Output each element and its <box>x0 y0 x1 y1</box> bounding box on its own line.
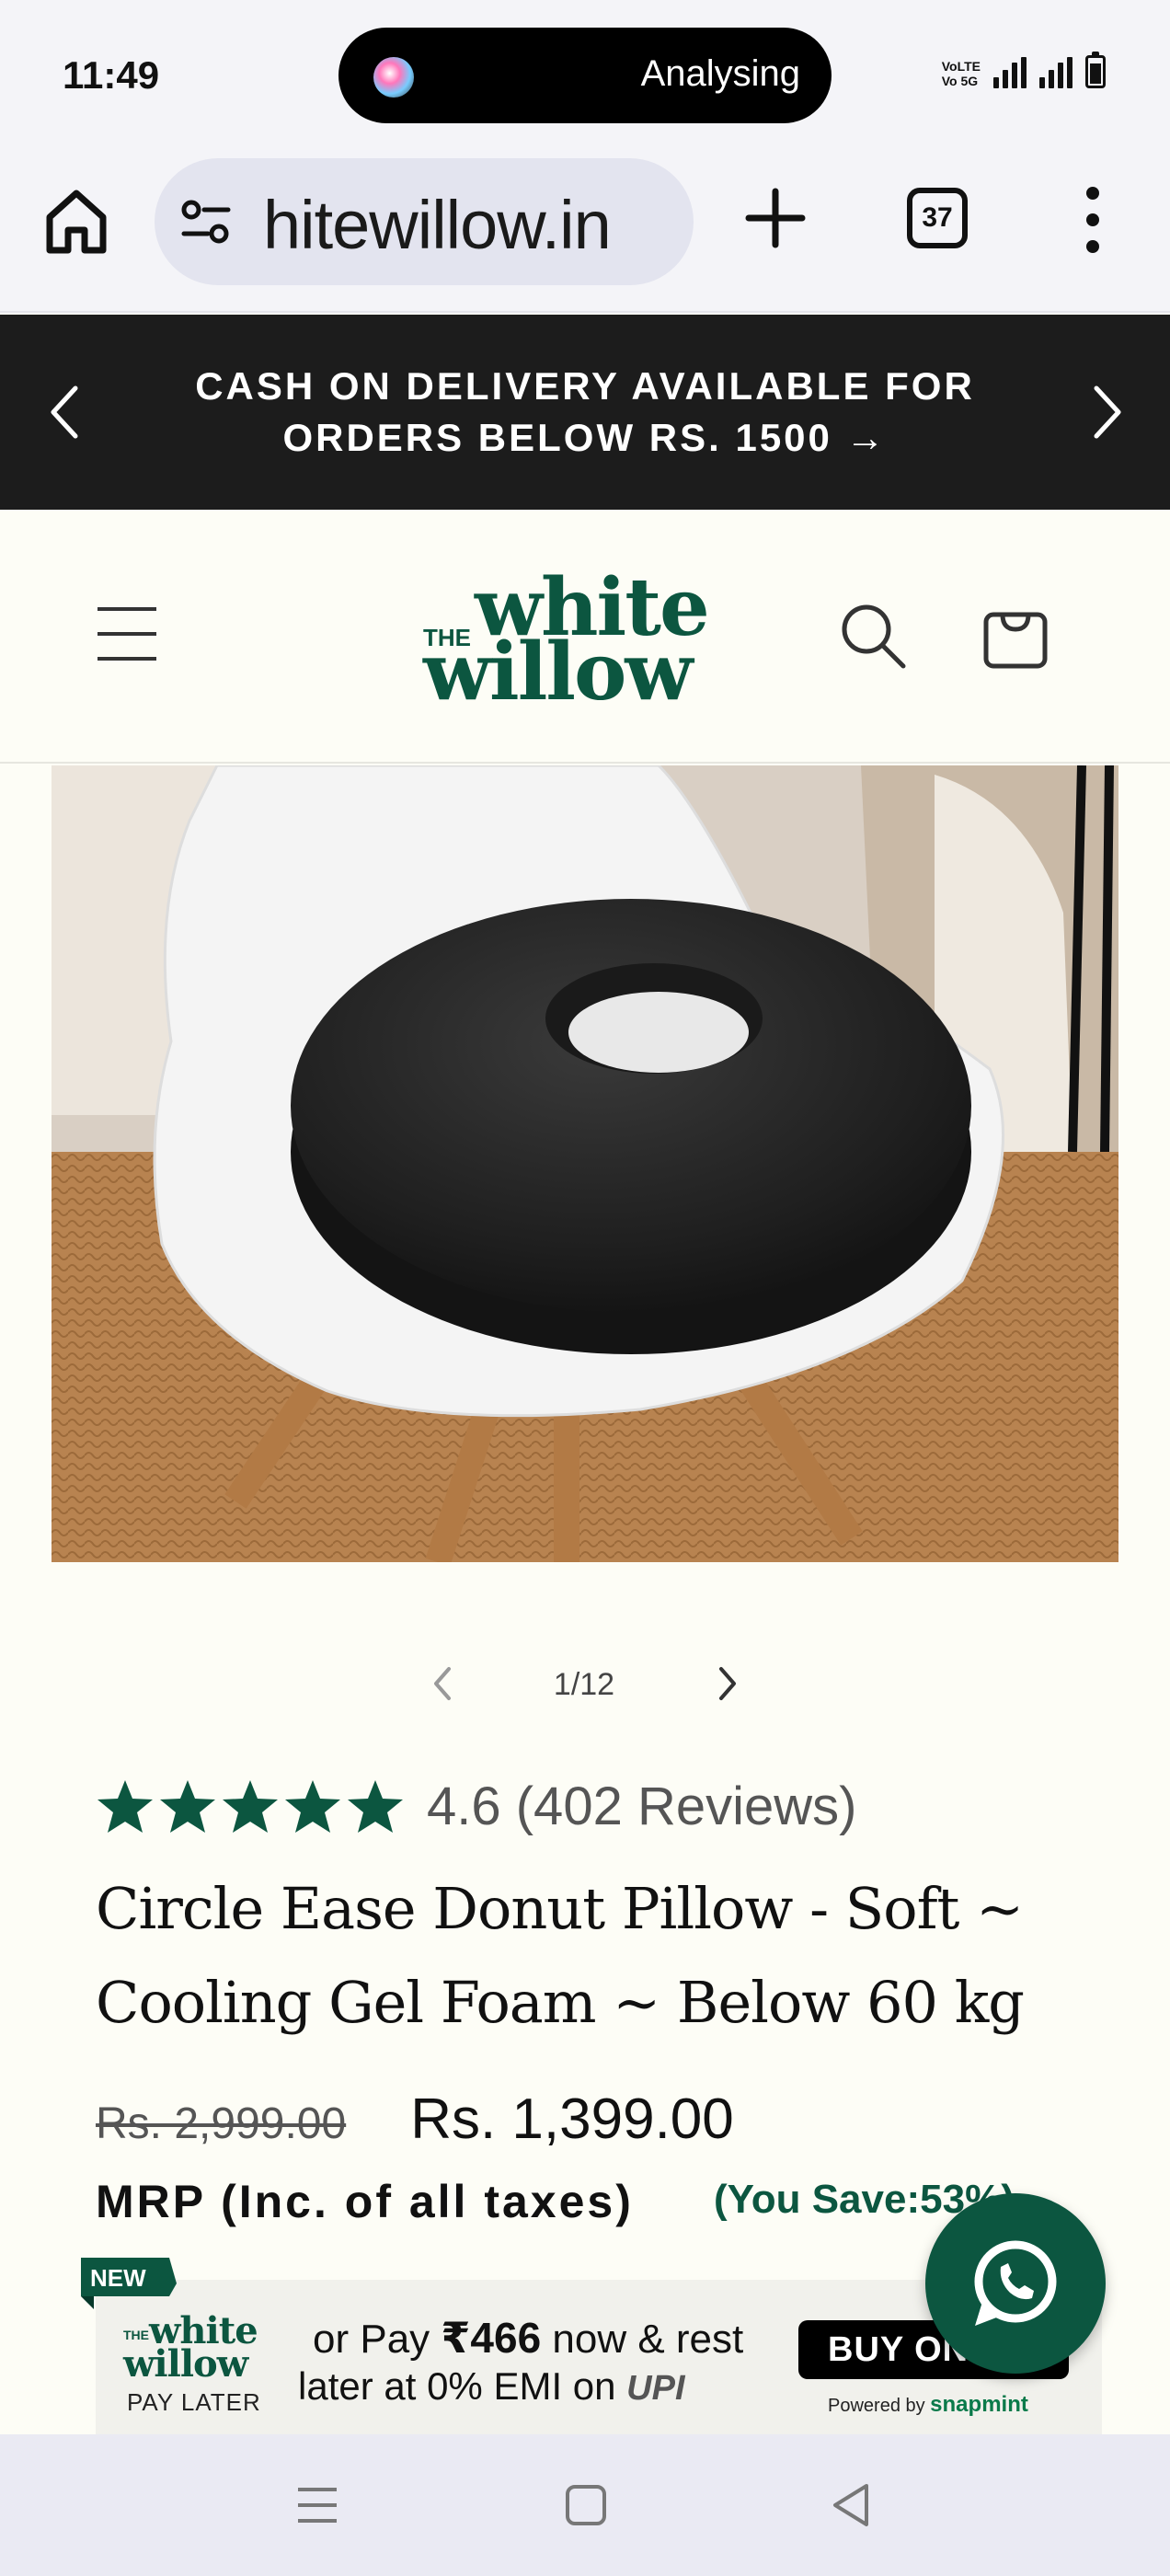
hamburger-menu-icon[interactable] <box>96 605 158 662</box>
announcement-text[interactable]: CASH ON DELIVERY AVAILABLE FOR ORDERS BE… <box>138 361 1032 464</box>
whatsapp-icon <box>974 2240 1057 2326</box>
signal-icon <box>993 57 1027 88</box>
search-icon[interactable] <box>839 602 907 670</box>
system-navigation-bar <box>0 2434 1170 2576</box>
donut-pillow-photo <box>52 765 1118 1562</box>
announcement-bar: CASH ON DELIVERY AVAILABLE FOR ORDERS BE… <box>0 315 1170 510</box>
sale-price: Rs. 1,399.00 <box>410 2087 734 2151</box>
slide-counter: 1/12 <box>553 1667 615 1702</box>
new-tab-icon[interactable] <box>743 186 808 250</box>
upi-logo: UPI <box>626 2369 685 2408</box>
system-icons: VoLTE Vo 5G <box>941 52 1106 88</box>
star-icon <box>160 1779 215 1833</box>
svg-text:NEW: NEW <box>90 2264 146 2292</box>
signal-icon-2 <box>1039 57 1072 88</box>
price-block: Rs. 2,999.00 Rs. 1,399.00 <box>96 2087 734 2152</box>
island-status-text: Analysing <box>640 53 800 94</box>
tab-switcher-button[interactable]: 37 <box>907 188 968 248</box>
whatsapp-chat-button[interactable] <box>925 2193 1106 2374</box>
dynamic-island[interactable]: Analysing <box>338 28 832 123</box>
star-icon <box>285 1779 340 1833</box>
new-badge: NEW <box>81 2258 177 2309</box>
paylater-text-line1: or Pay ₹466 now & rest <box>313 2314 744 2362</box>
home-nav-icon[interactable] <box>561 2480 611 2530</box>
star-icon <box>348 1779 403 1833</box>
product-rating[interactable]: 4.6 (402 Reviews) <box>96 1776 856 1837</box>
brand-logo[interactable]: THE white willow <box>421 561 716 719</box>
slide-prev-icon[interactable] <box>425 1663 462 1704</box>
battery-icon <box>1085 52 1106 88</box>
address-bar[interactable]: hitewillow.in <box>155 158 694 285</box>
recent-apps-icon[interactable] <box>292 2480 342 2530</box>
home-icon[interactable] <box>44 184 109 258</box>
mrp-label: MRP (Inc. of all taxes) <box>96 2176 634 2227</box>
product-title: Circle Ease Donut Pillow - Soft ~ Coolin… <box>96 1875 1025 2036</box>
site-settings-icon[interactable] <box>180 199 232 245</box>
network-type-label: VoLTE Vo 5G <box>941 59 981 88</box>
url-text: hitewillow.in <box>263 187 612 263</box>
rating-text: 4.6 (402 Reviews) <box>427 1777 857 1836</box>
cart-icon[interactable] <box>982 602 1049 670</box>
star-icon <box>223 1779 278 1833</box>
announcement-prev-icon[interactable] <box>46 383 83 442</box>
powered-by-label: Powered by snapmint <box>828 2392 1028 2417</box>
status-bar: 11:49 Analysing VoLTE Vo 5G <box>0 0 1170 147</box>
slide-next-icon[interactable] <box>708 1663 745 1704</box>
announcement-next-icon[interactable] <box>1089 383 1126 442</box>
back-nav-icon[interactable] <box>826 2480 876 2530</box>
status-time: 11:49 <box>63 53 160 97</box>
browser-toolbar: hitewillow.in 37 <box>0 147 1170 313</box>
paylater-logo: THE white willow PAY LATER <box>123 2309 261 2416</box>
image-slider-controls: 1/12 <box>0 1647 1170 1720</box>
original-price: Rs. 2,999.00 <box>96 2099 347 2148</box>
more-menu-icon[interactable] <box>1084 186 1102 254</box>
star-icon <box>98 1779 153 1833</box>
assistant-orb-icon <box>373 57 414 98</box>
site-header: THE white willow <box>0 510 1170 764</box>
paylater-text-line2: later at 0% EMI on UPI <box>298 2364 685 2408</box>
product-image[interactable] <box>52 765 1118 1562</box>
